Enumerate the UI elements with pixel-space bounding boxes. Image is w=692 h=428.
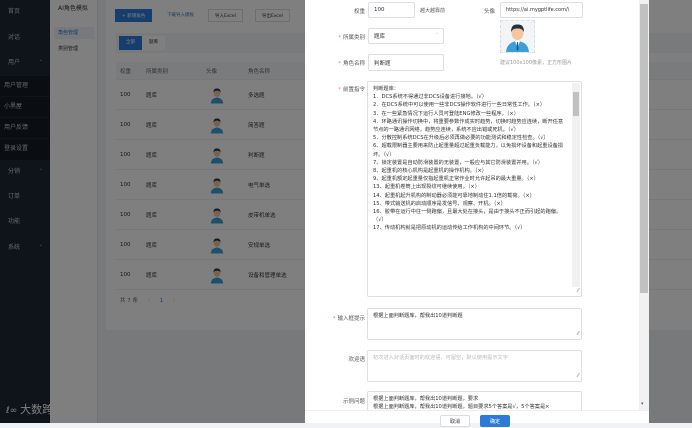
- label: 前置指令: [342, 87, 365, 93]
- scrollbar-thumb[interactable]: [640, 4, 648, 293]
- prompt-line: 9、起重机额定起重量仅指起重机正常作业时允许起吊的最大重量。（×）: [373, 176, 539, 183]
- prompt-line: 14、起重机起升机构的制动器必须能可靠地制动住1.1倍的载荷。（×）: [373, 192, 535, 199]
- resize-handle-icon: ⁄⁄: [577, 372, 579, 379]
- prompt-line: 2．在DCS系统中可以使用一些非DCS操作软件进行一些日常性工作。（×）: [373, 102, 546, 109]
- welcome-label: 欢迎语: [348, 357, 365, 363]
- edit-role-dialog: 权重 100 越大越靠前 头像 https://ai.mygptlife.com…: [305, 0, 639, 423]
- scrollbar-thumb[interactable]: [573, 92, 579, 116]
- label: 输入框提示: [337, 316, 365, 322]
- welcome-textarea[interactable]: 初次进入对话页面时的欢迎语，可留空，默认使用提示文字 ⁄⁄: [367, 350, 582, 382]
- prompt-label: * 前置指令: [338, 87, 365, 93]
- avatar-label: 头像: [483, 9, 495, 15]
- prompt-line: 5．分散控制系统DCS在升级后必须再做必要的功能测试和稳定性检查。（√）: [373, 135, 549, 142]
- resize-handle-icon[interactable]: ⁄⁄: [577, 287, 579, 295]
- avatar-hint: 建议100x100像素，正方形图片: [500, 60, 573, 66]
- prompt-line: 6、超载限制器主要用来防止起重量超过起重负载能力，以免损坏设备和起重设备损坏。（…: [373, 143, 564, 158]
- prompt-line: 3．在一些紧急情况下运行人员可登陆ENG修改一些程序。（×）: [373, 110, 519, 117]
- category-label: * 所属类别: [338, 35, 365, 41]
- examples-label: 示例问题: [342, 399, 365, 405]
- avatar-image: [506, 24, 529, 52]
- weight-input[interactable]: 100: [368, 2, 415, 18]
- prompt-text: 判断题库： 1．DCS系统不得通过非DCS设备进行接地。（√） 2．在DCS系统中可…: [373, 85, 567, 233]
- prompt-textarea[interactable]: 判断题库： 1．DCS系统不得通过非DCS设备进行接地。（√） 2．在DCS系统中可…: [367, 81, 582, 297]
- weight-label: 权重: [353, 9, 365, 15]
- prompt-line: 16、胶带在运行中往一侧跑偏，且最大处在接头，是由于接头不正而引起的跑偏。（√）: [373, 209, 562, 224]
- role-name-input[interactable]: 判断题: [368, 54, 444, 71]
- prompt-line: 判断题库：: [373, 86, 399, 92]
- prompt-line: 15、带式输送机的启动顺序是发信号、观察、开机。（×）: [373, 200, 506, 207]
- placeholder: 初次进入对话页面时的欢迎语，可留空，默认使用提示文字: [373, 355, 508, 361]
- dialog-footer: 取消 确定: [305, 410, 649, 427]
- input-hint-textarea[interactable]: 根据上面判断题库，帮我出10道判断题 ⁄⁄: [367, 308, 582, 340]
- label: 所属类别: [342, 35, 365, 41]
- avatar-url-input[interactable]: https://ai.mygptlife.com/\: [500, 2, 583, 18]
- selected-value: 题库: [374, 34, 386, 40]
- cancel-button[interactable]: 取消: [440, 415, 471, 427]
- prompt-line: 8、起重机的核心机构是起重机的操作机构。（×）: [373, 168, 487, 175]
- example-line: 根据上面判断题库，帮我出10道判断题，要求: [373, 396, 479, 402]
- prompt-line: 4．环路通讯操作切换中，将重要参数作成实时趋势，切换时趋势应连续，断开任意节点的…: [373, 118, 564, 134]
- prompt-line: 13、起重机卷筒上出现裂纹可继续使用。（×）: [373, 184, 480, 191]
- label: 角色名称: [342, 61, 365, 67]
- prompt-line: 17、传动机构就是把原动机的运动传给工作机构的中间环节。（√）: [373, 225, 526, 232]
- category-select[interactable]: 题库 ˅: [368, 28, 444, 44]
- input-hint-label: * 输入框提示: [332, 316, 365, 322]
- name-label: * 角色名称: [338, 61, 365, 67]
- textarea-scrollbar[interactable]: [572, 83, 580, 287]
- dialog-scrollbar[interactable]: ▾: [639, 0, 649, 410]
- prompt-line: 7、锁定装置是自动防滑装置的无装置，一般应与其它防滑装置并用。（√）: [373, 159, 544, 166]
- prompt-line: 1．DCS系统不得通过非DCS设备进行接地。（√）: [373, 94, 488, 101]
- value: 根据上面判断题库，帮我出10道判断题: [373, 313, 463, 319]
- resize-handle-icon: ⁄⁄: [577, 330, 579, 337]
- chevron-down-icon: ˅: [435, 33, 438, 39]
- confirm-button[interactable]: 确定: [480, 415, 511, 427]
- scroll-down-icon[interactable]: ▾: [641, 401, 644, 407]
- avatar-upload[interactable]: [500, 20, 535, 53]
